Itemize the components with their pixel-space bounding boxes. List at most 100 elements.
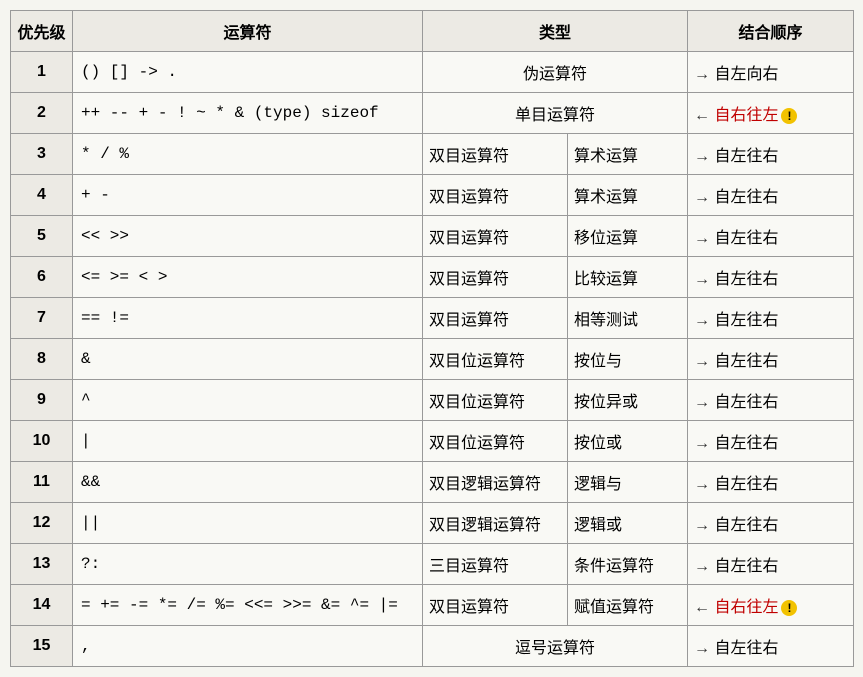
priority-cell: 3: [11, 134, 73, 175]
table-row: 5<< >>双目运算符移位运算自左往右: [11, 216, 854, 257]
priority-cell: 12: [11, 503, 73, 544]
assoc-text: 自左往右: [714, 435, 778, 452]
assoc-text: 自左往右: [714, 189, 778, 206]
type-category-cell: 双目运算符: [423, 175, 568, 216]
table-row: 11&&双目逻辑运算符逻辑与 自左往右: [11, 462, 854, 503]
type-category-cell: 双目逻辑运算符: [423, 462, 568, 503]
type-category-cell: 双目逻辑运算符: [423, 503, 568, 544]
type-detail-cell: 条件运算符: [568, 544, 688, 585]
priority-cell: 1: [11, 52, 73, 93]
assoc-text: 自左往右: [714, 640, 778, 657]
arrow-right-icon: [694, 189, 714, 206]
priority-cell: 9: [11, 380, 73, 421]
table-row: 1() [] -> .伪运算符自左向右: [11, 52, 854, 93]
operator-cell: ^: [73, 380, 423, 421]
assoc-text: 自左往右: [714, 148, 778, 165]
assoc-cell: 自左往右: [688, 175, 854, 216]
table-row: 7== !=双目运算符相等测试自左往右: [11, 298, 854, 339]
assoc-text: 自左往右: [714, 394, 778, 411]
assoc-cell: 自左往右: [688, 298, 854, 339]
operator-cell: << >>: [73, 216, 423, 257]
operator-cell: <= >= < >: [73, 257, 423, 298]
type-detail-cell: 算术运算: [568, 134, 688, 175]
warning-icon: !: [781, 108, 797, 124]
priority-cell: 4: [11, 175, 73, 216]
arrow-right-icon: [694, 476, 714, 493]
type-detail-cell: 逻辑与: [568, 462, 688, 503]
arrow-right-icon: [694, 394, 714, 411]
arrow-right-icon: [694, 558, 714, 575]
type-detail-cell: 比较运算: [568, 257, 688, 298]
priority-cell: 2: [11, 93, 73, 134]
assoc-text: 自左往右: [714, 353, 778, 370]
table-row: 15,逗号运算符 自左往右: [11, 626, 854, 667]
assoc-cell: 自左往右: [688, 421, 854, 462]
type-category-cell: 双目运算符: [423, 257, 568, 298]
arrow-right-icon: [694, 312, 714, 329]
type-detail-cell: 赋值运算符: [568, 585, 688, 626]
arrow-right-icon: [694, 148, 714, 165]
assoc-cell: 自右往左!: [688, 585, 854, 626]
assoc-cell: 自左往右: [688, 462, 854, 503]
operator-cell: + -: [73, 175, 423, 216]
operator-cell: &: [73, 339, 423, 380]
type-cell: 逗号运算符: [423, 626, 688, 667]
priority-cell: 11: [11, 462, 73, 503]
priority-cell: 8: [11, 339, 73, 380]
assoc-text: 自左往右: [714, 476, 778, 493]
arrow-right-icon: [694, 640, 714, 657]
priority-cell: 15: [11, 626, 73, 667]
assoc-cell: 自左往右: [688, 544, 854, 585]
type-detail-cell: 逻辑或: [568, 503, 688, 544]
assoc-cell: 自左往右: [688, 626, 854, 667]
operator-cell: ?:: [73, 544, 423, 585]
table-body: 1() [] -> .伪运算符自左向右2++ -- + - ! ~ * & (t…: [11, 52, 854, 667]
type-category-cell: 双目运算符: [423, 585, 568, 626]
operator-cell: ||: [73, 503, 423, 544]
priority-cell: 7: [11, 298, 73, 339]
operator-cell: &&: [73, 462, 423, 503]
priority-cell: 14: [11, 585, 73, 626]
warning-icon: !: [781, 600, 797, 616]
operator-cell: |: [73, 421, 423, 462]
arrow-right-icon: [694, 230, 714, 247]
operator-cell: = += -= *= /= %= <<= >>= &= ^= |=: [73, 585, 423, 626]
priority-cell: 13: [11, 544, 73, 585]
table-header-row: 优先级 运算符 类型 结合顺序: [11, 11, 854, 52]
operator-cell: ++ -- + - ! ~ * & (type) sizeof: [73, 93, 423, 134]
header-operator: 运算符: [73, 11, 423, 52]
assoc-text: 自左往右: [714, 312, 778, 329]
type-detail-cell: 移位运算: [568, 216, 688, 257]
operator-cell: ,: [73, 626, 423, 667]
type-category-cell: 双目运算符: [423, 134, 568, 175]
type-detail-cell: 按位与: [568, 339, 688, 380]
table-row: 13?:三目运算符条件运算符自左往右: [11, 544, 854, 585]
type-cell: 单目运算符: [423, 93, 688, 134]
assoc-cell: 自左往右: [688, 380, 854, 421]
operator-precedence-table: 优先级 运算符 类型 结合顺序 1() [] -> .伪运算符自左向右2++ -…: [10, 10, 854, 667]
table-row: 10|双目位运算符按位或自左往右: [11, 421, 854, 462]
type-category-cell: 双目运算符: [423, 216, 568, 257]
arrow-right-icon: [694, 353, 714, 370]
type-category-cell: 三目运算符: [423, 544, 568, 585]
assoc-text: 自右往左: [714, 599, 778, 616]
type-detail-cell: 按位异或: [568, 380, 688, 421]
assoc-text: 自左向右: [714, 66, 778, 83]
assoc-cell: 自左往右: [688, 339, 854, 380]
arrow-right-icon: [694, 66, 714, 83]
assoc-text: 自右往左: [714, 107, 778, 124]
assoc-cell: 自左往右: [688, 134, 854, 175]
operator-cell: == !=: [73, 298, 423, 339]
type-category-cell: 双目运算符: [423, 298, 568, 339]
assoc-cell: 自左往右: [688, 503, 854, 544]
type-category-cell: 双目位运算符: [423, 380, 568, 421]
header-type: 类型: [423, 11, 688, 52]
operator-cell: () [] -> .: [73, 52, 423, 93]
operator-cell: * / %: [73, 134, 423, 175]
header-priority: 优先级: [11, 11, 73, 52]
assoc-text: 自左往右: [714, 517, 778, 534]
assoc-cell: 自左向右: [688, 52, 854, 93]
arrow-left-icon: [694, 107, 714, 124]
arrow-left-icon: [694, 599, 714, 616]
priority-cell: 5: [11, 216, 73, 257]
